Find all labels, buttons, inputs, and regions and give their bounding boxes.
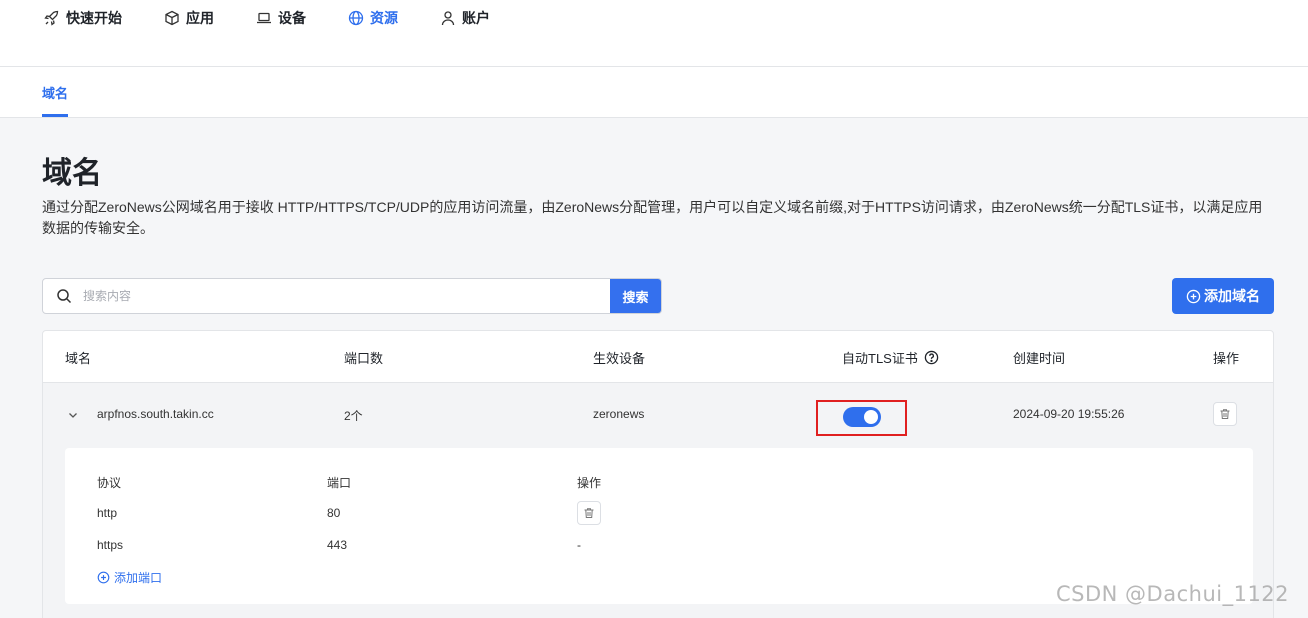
- port-cell: 443: [327, 538, 348, 552]
- column-header-auto-tls-label: 自动TLS证书: [842, 351, 918, 366]
- column-header-ports: 端口数: [344, 351, 384, 366]
- sub-header-actions: 操作: [577, 476, 602, 490]
- plus-circle-icon: [1186, 289, 1201, 303]
- search-box: 搜索: [42, 278, 662, 314]
- tab-domains[interactable]: 域名: [42, 83, 68, 102]
- search-button[interactable]: 搜索: [610, 279, 661, 313]
- port-cell: 80: [327, 506, 341, 520]
- tab-active-indicator: [42, 114, 68, 117]
- nav-label: 应用: [186, 10, 214, 26]
- add-domain-label: 添加域名: [1204, 288, 1260, 304]
- cube-icon: [165, 10, 179, 26]
- column-header-created: 创建时间: [1013, 351, 1066, 366]
- protocol-cell: http: [97, 506, 118, 520]
- sub-header-port: 端口: [327, 476, 352, 490]
- action-placeholder: -: [577, 538, 581, 552]
- created-cell: 2024-09-20 19:55:26: [1013, 407, 1125, 421]
- sub-header-protocol: 协议: [97, 476, 122, 490]
- device-cell: zeronews: [593, 407, 645, 421]
- nav-item-apps[interactable]: 应用: [164, 8, 214, 28]
- globe-icon: [348, 10, 364, 26]
- chevron-down-icon[interactable]: [67, 409, 79, 421]
- table-row: arpfnos.south.takin.cc 2个 zeronews 2024-…: [43, 383, 1273, 446]
- nav-item-devices[interactable]: 设备: [256, 8, 306, 28]
- delete-port-button[interactable]: [577, 501, 601, 525]
- nav-item-account[interactable]: 账户: [440, 8, 490, 28]
- column-header-device: 生效设备: [593, 351, 646, 366]
- help-icon[interactable]: [924, 350, 939, 365]
- page-title: 域名: [42, 157, 102, 190]
- trash-icon: [1220, 409, 1230, 419]
- auto-tls-toggle[interactable]: [843, 407, 881, 427]
- domain-cell: arpfnos.south.takin.cc: [97, 407, 214, 421]
- delete-domain-button[interactable]: [1213, 402, 1237, 426]
- laptop-icon: [257, 12, 271, 24]
- rocket-icon: [44, 10, 59, 26]
- add-domain-button[interactable]: 添加域名: [1172, 278, 1274, 314]
- top-nav: 快速开始 应用 设备 资源 账户: [0, 0, 1308, 67]
- user-icon: [441, 11, 455, 26]
- add-port-label: 添加端口: [114, 571, 163, 585]
- nav-item-resources[interactable]: 资源: [348, 8, 398, 28]
- add-port-link[interactable]: 添加端口: [97, 569, 162, 586]
- nav-item-quickstart[interactable]: 快速开始: [44, 8, 122, 28]
- port-subtable: 协议 端口 操作 http 80 https 443 - 添加端口: [65, 448, 1253, 604]
- trash-icon: [584, 508, 594, 518]
- column-header-auto-tls: 自动TLS证书: [842, 348, 939, 367]
- sub-nav: 域名: [0, 67, 1308, 118]
- search-input[interactable]: [83, 279, 609, 313]
- nav-label: 快速开始: [66, 10, 122, 26]
- search-icon: [57, 289, 72, 304]
- toggle-knob: [864, 410, 878, 424]
- watermark: CSDN @Dachui_1122: [1056, 582, 1290, 606]
- domain-table: 域名 端口数 生效设备 自动TLS证书 创建时间 操作 arpfnos.sout…: [42, 330, 1274, 618]
- nav-label: 账户: [462, 10, 490, 26]
- nav-label: 资源: [370, 10, 398, 26]
- column-header-domain: 域名: [65, 351, 92, 366]
- page-description: 通过分配ZeroNews公网域名用于接收 HTTP/HTTPS/TCP/UDP的…: [42, 199, 1263, 236]
- ports-cell: 2个: [344, 409, 363, 423]
- highlight-box: [816, 400, 907, 436]
- protocol-cell: https: [97, 538, 124, 552]
- plus-circle-icon: [97, 571, 110, 584]
- column-header-actions: 操作: [1213, 351, 1240, 366]
- nav-label: 设备: [278, 10, 306, 26]
